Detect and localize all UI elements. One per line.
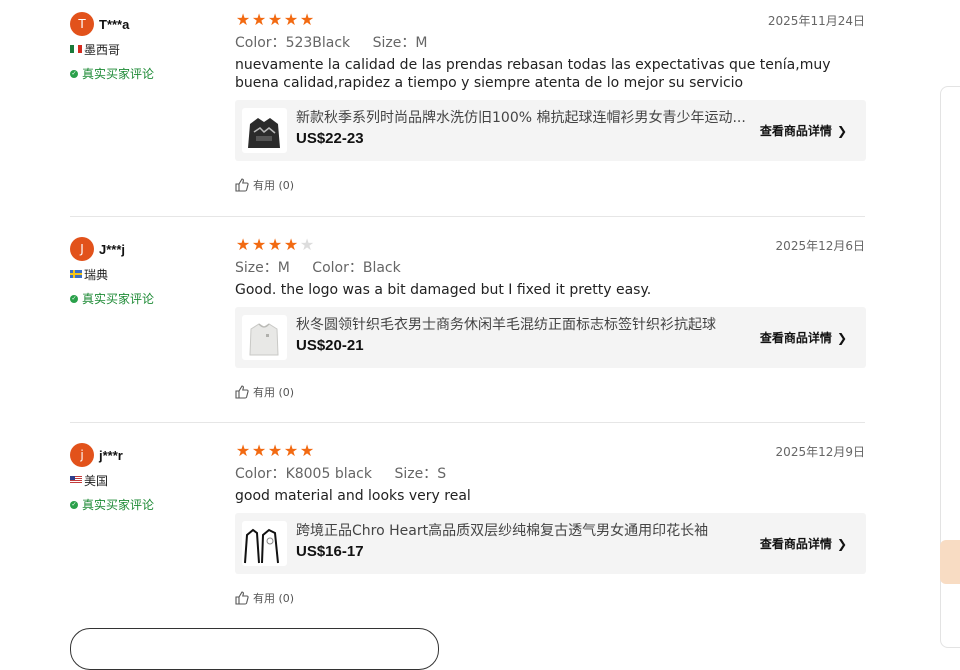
attribute-size: Size：M	[235, 260, 290, 276]
country-label: 墨西哥	[84, 42, 121, 57]
star-filled-icon: ★	[299, 10, 315, 29]
review-date: 2025年11月24日	[767, 14, 865, 28]
load-more-button[interactable]	[70, 628, 439, 670]
view-product-details-link[interactable]: 查看商品详情 ❯	[760, 535, 847, 552]
floating-side-tab[interactable]	[940, 540, 960, 584]
product-price: US$20-21	[296, 337, 364, 354]
helpful-label: 有用 (0)	[253, 386, 295, 399]
product-thumbnail[interactable]	[242, 108, 287, 153]
review-item: J J***j 瑞典 ✓ 真实买家评论 ★ ★ ★ ★ ★ 2025年12月6日…	[70, 237, 866, 423]
star-filled-icon: ★	[235, 10, 251, 29]
star-filled-icon: ★	[267, 441, 283, 460]
chevron-right-icon: ❯	[836, 123, 847, 138]
check-badge-icon: ✓	[70, 500, 78, 509]
review-item: j j***r 美国 ✓ 真实买家评论 ★ ★ ★ ★ ★ 2025年12月9日…	[70, 443, 866, 623]
star-filled-icon: ★	[235, 235, 251, 254]
helpful-label: 有用 (0)	[253, 592, 295, 605]
product-title[interactable]: 秋冬圆领针织毛衣男士商务休闲羊毛混纺正面标志标签针织衫抗起球	[296, 314, 751, 334]
product-card[interactable]: 新款秋季系列时尚品牌水洗仿旧100% 棉抗起球连帽衫男女青少年运动... US$…	[235, 100, 866, 161]
star-filled-icon: ★	[267, 235, 283, 254]
verified-buyer-badge: ✓ 真实买家评论	[70, 65, 220, 82]
product-attributes: Size：M Color：Black	[235, 257, 865, 276]
mexico-flag-icon	[70, 45, 82, 53]
product-price: US$22-23	[296, 130, 364, 147]
helpful-button[interactable]: 有用 (0)	[235, 383, 865, 401]
reviewer-name: j***r	[99, 447, 123, 463]
star-filled-icon: ★	[283, 235, 299, 254]
reviewer-country: 墨西哥	[70, 41, 220, 57]
product-thumbnail[interactable]	[242, 315, 287, 360]
review-item: T T***a 墨西哥 ✓ 真实买家评论 ★ ★ ★ ★ ★ 2025年11月2…	[70, 10, 866, 217]
verified-label: 真实买家评论	[82, 292, 155, 306]
product-attributes: Color：523Black Size：M	[235, 32, 865, 51]
product-card[interactable]: 跨境正品Chro Heart高品质双层纱纯棉复古透气男女通用印花长袖 US$16…	[235, 513, 866, 574]
country-label: 美国	[84, 473, 109, 488]
helpful-label: 有用 (0)	[253, 179, 295, 192]
sweden-flag-icon	[70, 270, 82, 278]
review-text: good material and looks very real	[235, 488, 471, 504]
review-body: ★ ★ ★ ★ ★ 2025年12月9日 Color：K8005 black S…	[235, 443, 866, 607]
country-label: 瑞典	[84, 267, 109, 282]
chevron-right-icon: ❯	[836, 536, 847, 551]
review-body: ★ ★ ★ ★ ★ 2025年11月24日 Color：523Black Siz…	[235, 10, 866, 194]
review-date: 2025年12月6日	[775, 239, 865, 253]
view-product-details-link[interactable]: 查看商品详情 ❯	[760, 329, 847, 346]
product-title[interactable]: 新款秋季系列时尚品牌水洗仿旧100% 棉抗起球连帽衫男女青少年运动...	[296, 107, 751, 127]
reviewer-info: J J***j 瑞典 ✓ 真实买家评论	[70, 237, 220, 307]
attribute-color: Color：Black	[312, 260, 401, 276]
star-filled-icon: ★	[251, 10, 267, 29]
thumbs-up-icon	[235, 591, 249, 605]
attribute-color: Color：K8005 black	[235, 466, 372, 482]
review-date: 2025年12月9日	[775, 445, 865, 459]
attribute-size: Size：M	[372, 35, 428, 51]
thumbs-up-icon	[235, 178, 249, 192]
attribute-size: Size：S	[394, 466, 447, 482]
check-badge-icon: ✓	[70, 294, 78, 303]
product-title[interactable]: 跨境正品Chro Heart高品质双层纱纯棉复古透气男女通用印花长袖	[296, 520, 751, 540]
chevron-right-icon: ❯	[836, 330, 847, 345]
reviewer-info: T T***a 墨西哥 ✓ 真实买家评论	[70, 12, 220, 82]
reviewer-info: j j***r 美国 ✓ 真实买家评论	[70, 443, 220, 513]
verified-label: 真实买家评论	[82, 498, 155, 512]
verified-buyer-badge: ✓ 真实买家评论	[70, 290, 220, 307]
review-body: ★ ★ ★ ★ ★ 2025年12月6日 Size：M Color：Black …	[235, 237, 866, 401]
star-empty-icon: ★	[299, 235, 315, 254]
check-badge-icon: ✓	[70, 69, 78, 78]
reviewer-name: T***a	[99, 16, 130, 32]
reviewer-country: 瑞典	[70, 266, 220, 282]
verified-label: 真实买家评论	[82, 67, 155, 81]
star-filled-icon: ★	[283, 441, 299, 460]
star-rating: ★ ★ ★ ★ ★	[235, 443, 865, 459]
star-filled-icon: ★	[251, 441, 267, 460]
helpful-button[interactable]: 有用 (0)	[235, 589, 865, 607]
helpful-button[interactable]: 有用 (0)	[235, 176, 865, 194]
review-text: nuevamente la calidad de las prendas reb…	[235, 57, 831, 91]
reviewer-name: J***j	[99, 241, 126, 257]
star-filled-icon: ★	[299, 441, 315, 460]
avatar: T	[70, 12, 94, 36]
star-rating: ★ ★ ★ ★ ★	[235, 237, 865, 253]
usa-flag-icon	[70, 476, 82, 484]
star-filled-icon: ★	[267, 10, 283, 29]
star-filled-icon: ★	[251, 235, 267, 254]
attribute-color: Color：523Black	[235, 35, 351, 51]
product-attributes: Color：K8005 black Size：S	[235, 463, 865, 482]
star-filled-icon: ★	[283, 10, 299, 29]
star-filled-icon: ★	[235, 441, 251, 460]
product-price: US$16-17	[296, 543, 364, 560]
avatar: j	[70, 443, 94, 467]
avatar: J	[70, 237, 94, 261]
review-text: Good. the logo was a bit damaged but I f…	[235, 282, 652, 298]
view-product-details-link[interactable]: 查看商品详情 ❯	[760, 122, 847, 139]
thumbs-up-icon	[235, 385, 249, 399]
verified-buyer-badge: ✓ 真实买家评论	[70, 496, 220, 513]
product-thumbnail[interactable]	[242, 521, 287, 566]
product-card[interactable]: 秋冬圆领针织毛衣男士商务休闲羊毛混纺正面标志标签针织衫抗起球 US$20-21 …	[235, 307, 866, 368]
reviewer-country: 美国	[70, 472, 220, 488]
